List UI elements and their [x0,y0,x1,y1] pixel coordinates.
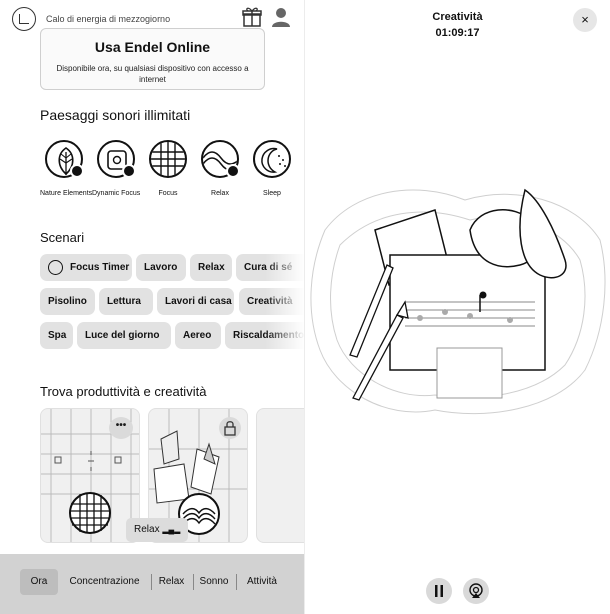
chip-label: Spa [48,330,67,341]
soundscape-label: Sleep [263,190,281,197]
airplay-button[interactable] [463,578,489,604]
chip-label: Focus Timer [70,262,130,273]
soundscape-dynamic-focus[interactable]: Dynamic Focus [92,140,140,197]
promo-subtitle: Disponibile ora, su qualsiasi dispositiv… [56,64,249,84]
promo-card[interactable]: Usa Endel Online Disponibile ora, su qua… [40,28,265,90]
soundscape-label: Focus [158,190,178,197]
lock-icon [70,164,84,178]
nav-tab-relax[interactable]: Relax [154,569,189,595]
player-title: Creatività [432,11,483,23]
soundscape-sleep[interactable]: Sleep [248,140,296,197]
nav-tab-attivita[interactable]: Attività [240,569,284,595]
chip-label: Aereo [183,330,212,341]
productivity-title: Trova produttività e creatività [40,384,207,399]
creativity-illustration [310,188,606,415]
airplay-icon [469,583,483,598]
soundscapes-title: Paesaggi sonori illimitati [40,107,191,123]
chip-label: Lavori di casa [165,296,232,307]
scenarios-title: Scenari [40,230,85,245]
chip-spa[interactable]: Spa [40,322,73,349]
arrow-icon[interactable] [12,7,36,31]
chip-label: Pisolino [48,296,87,307]
chip-label: Lavoro [144,262,178,273]
header-subtitle: Calo di energia di mezzogiorno [46,14,171,24]
soundscape-label: Dynamic Focus [92,190,141,197]
chip-luce-del-giorno[interactable]: Luce del giorno [77,322,171,349]
scroll-fade [265,250,305,360]
chip-lettura[interactable]: Lettura [99,288,153,315]
card-next[interactable] [256,408,305,543]
lock-icon [226,164,240,178]
chip-lavori-di-casa[interactable]: Lavori di casa [157,288,234,315]
timer-icon [48,260,63,275]
close-button[interactable]: × [573,8,597,32]
soundscape-relax[interactable]: Relax [196,140,244,197]
soundscape-label: Relax [211,190,229,197]
card-focus-grid[interactable]: ••• [40,408,140,543]
chip-relax[interactable]: Relax [190,254,232,281]
player-time: 01:09:17 [435,27,480,39]
promo-title: Usa Endel Online [94,39,211,55]
more-button[interactable]: ••• [109,417,133,439]
pause-icon [435,585,443,597]
home-panel: Calo di energia di mezzogiorno Usa Endel… [0,0,305,614]
pause-button[interactable] [426,578,452,604]
nav-tab-concentrazione[interactable]: Concentrazione [62,569,147,595]
chip-label: Lettura [107,296,141,307]
lock-icon [122,164,136,178]
player-panel: Creatività 01:09:17 × [305,0,610,614]
chip-label: Relax [198,262,225,273]
top-bar: Calo di energia di mezzogiorno [12,6,302,31]
soundscape-focus[interactable]: Focus [144,140,192,197]
soundscape-label: Nature Elements [40,190,93,197]
nav-divider [151,574,152,590]
chip-pisolino[interactable]: Pisolino [40,288,95,315]
chip-label: Luce del giorno [85,330,160,341]
bars-icon: ▂▄▂ [162,525,181,534]
relax-pill[interactable]: Relax ▂▄▂ [126,518,189,542]
relax-pill-label: Relax [134,524,160,535]
soundscape-nature-elements[interactable]: Nature Elements [40,140,93,197]
nav-tab-sonno[interactable]: Sonno [196,569,232,595]
nav-tab-ora[interactable]: Ora [20,569,58,595]
gift-icon[interactable] [242,6,262,28]
chip-focus-timer[interactable]: Focus Timer [40,254,132,281]
chip-lavoro[interactable]: Lavoro [136,254,186,281]
soundscape-list: Nature Elements Dynamic Focus Focus Rela… [40,140,305,210]
bottom-nav: Ora Concentrazione Relax Sonno Attività [0,554,305,614]
nav-divider [193,574,194,590]
lock-icon [219,417,241,439]
user-icon[interactable] [270,6,292,28]
chip-aereo[interactable]: Aereo [175,322,221,349]
moon-icon [253,140,291,178]
grid-icon [149,140,187,178]
nav-divider [236,574,237,590]
